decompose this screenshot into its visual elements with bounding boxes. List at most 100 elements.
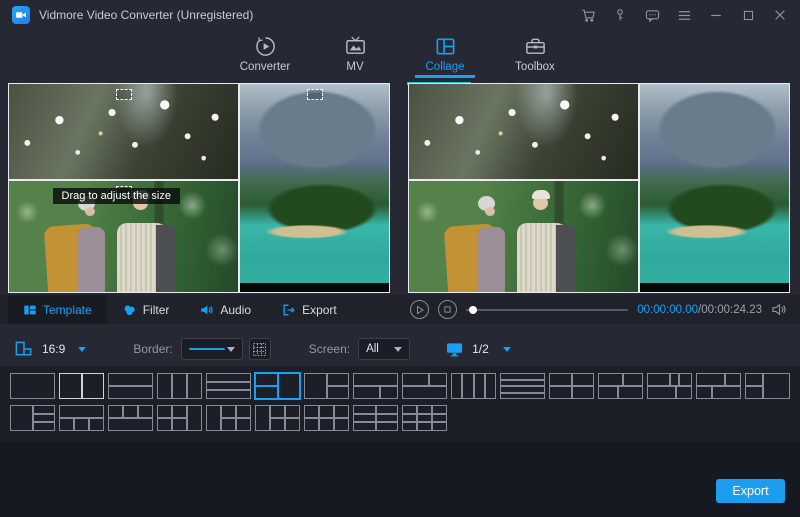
aspect-ratio-dropdown-arrow[interactable] [78, 347, 86, 352]
template-cell [353, 414, 376, 423]
template-cell [402, 373, 429, 386]
template-option[interactable] [304, 405, 349, 431]
template-cell [353, 373, 398, 386]
template-option[interactable] [10, 405, 55, 431]
template-option-selected[interactable] [255, 373, 300, 399]
page-dropdown-arrow[interactable] [503, 347, 511, 352]
page-indicator: 1/2 [472, 342, 489, 356]
tab-collage[interactable]: Collage [409, 30, 481, 78]
feedback-icon[interactable] [644, 7, 660, 23]
template-icon [23, 303, 37, 317]
template-option[interactable] [696, 373, 741, 399]
seek-knob[interactable] [469, 306, 477, 314]
register-key-icon[interactable] [612, 7, 628, 23]
template-cell [108, 405, 123, 418]
cart-icon[interactable] [580, 7, 596, 23]
tab-template-label: Template [43, 303, 92, 317]
template-cell [285, 418, 300, 431]
template-option[interactable] [451, 373, 496, 399]
template-cell [59, 405, 104, 418]
template-cell [304, 418, 319, 431]
drag-handle-icon[interactable] [116, 89, 132, 100]
template-option[interactable] [59, 373, 104, 399]
template-cell [462, 373, 473, 399]
template-cell [572, 386, 595, 399]
menu-icon[interactable] [676, 7, 692, 23]
template-cell [500, 393, 545, 400]
template-cell [304, 405, 319, 418]
tab-template[interactable]: Template [8, 295, 107, 324]
tab-toolbox[interactable]: Toolbox [499, 30, 571, 78]
template-option[interactable] [353, 373, 398, 399]
border-style-dropdown[interactable] [181, 338, 243, 360]
template-cell [206, 405, 221, 431]
editor-tile-couple[interactable]: Drag to adjust the size [8, 180, 239, 293]
template-cell [679, 373, 692, 386]
template-option[interactable] [157, 373, 202, 399]
tab-filter[interactable]: Filter [107, 295, 185, 324]
template-cell [187, 405, 202, 431]
player-controls: 00:00:00.00/00:00:24.23 [398, 295, 800, 324]
tab-audio[interactable]: Audio [184, 295, 266, 324]
template-option[interactable] [157, 405, 202, 431]
template-option[interactable] [598, 373, 643, 399]
aspect-ratio-value: 16:9 [42, 342, 65, 356]
screen-page-icon [446, 342, 463, 357]
timecode: 00:00:00.00/00:00:24.23 [637, 304, 762, 316]
play-icon [416, 306, 424, 314]
template-option[interactable] [255, 405, 300, 431]
preview-row: Drag to adjust the size [8, 83, 792, 293]
template-cell [255, 373, 278, 386]
template-cell [549, 386, 572, 399]
template-option[interactable] [500, 373, 545, 399]
template-option[interactable] [745, 373, 790, 399]
template-option[interactable] [10, 373, 55, 399]
tab-filter-label: Filter [143, 303, 170, 317]
template-option[interactable] [402, 373, 447, 399]
screen-dropdown[interactable]: All [358, 338, 410, 360]
editor-tile-daisies[interactable] [8, 83, 239, 180]
template-option[interactable] [206, 373, 251, 399]
template-cell [474, 373, 485, 399]
template-cell [402, 405, 417, 414]
template-option[interactable] [549, 373, 594, 399]
app-window: Vidmore Video Converter (Unregistered) [0, 0, 800, 517]
template-option[interactable] [108, 405, 153, 431]
template-option[interactable] [59, 405, 104, 431]
minimize-button[interactable] [708, 7, 724, 23]
border-color-button[interactable] [249, 338, 271, 360]
output-preview [408, 83, 790, 293]
template-cell [696, 373, 725, 386]
template-cell [123, 405, 138, 418]
template-cell [417, 414, 432, 423]
footer: Export [0, 442, 800, 517]
play-button[interactable] [410, 300, 429, 319]
template-cell [108, 386, 153, 399]
template-option[interactable] [647, 373, 692, 399]
tab-mv-label: MV [346, 61, 363, 73]
maximize-button[interactable] [740, 7, 756, 23]
seek-slider[interactable] [466, 304, 628, 316]
template-option[interactable] [402, 405, 447, 431]
template-cell [255, 405, 270, 431]
template-option[interactable] [206, 405, 251, 431]
template-option[interactable] [304, 373, 349, 399]
screen-dropdown-arrow [394, 347, 402, 352]
template-option[interactable] [353, 405, 398, 431]
template-cell [402, 422, 417, 431]
tab-collage-label: Collage [426, 61, 465, 73]
template-cell [598, 373, 623, 386]
export-button[interactable]: Export [716, 479, 785, 503]
drag-handle-icon[interactable] [307, 89, 323, 100]
template-option[interactable] [108, 373, 153, 399]
tab-export-panel[interactable]: Export [266, 295, 352, 324]
editor-tile-mountain[interactable] [239, 83, 390, 293]
stop-button[interactable] [438, 300, 457, 319]
template-cell [319, 418, 334, 431]
tab-mv[interactable]: MV [319, 30, 391, 78]
tab-converter[interactable]: Converter [229, 30, 301, 78]
template-cell [206, 373, 251, 382]
close-button[interactable] [772, 7, 788, 23]
template-cell [353, 386, 380, 399]
volume-icon[interactable] [771, 302, 788, 317]
